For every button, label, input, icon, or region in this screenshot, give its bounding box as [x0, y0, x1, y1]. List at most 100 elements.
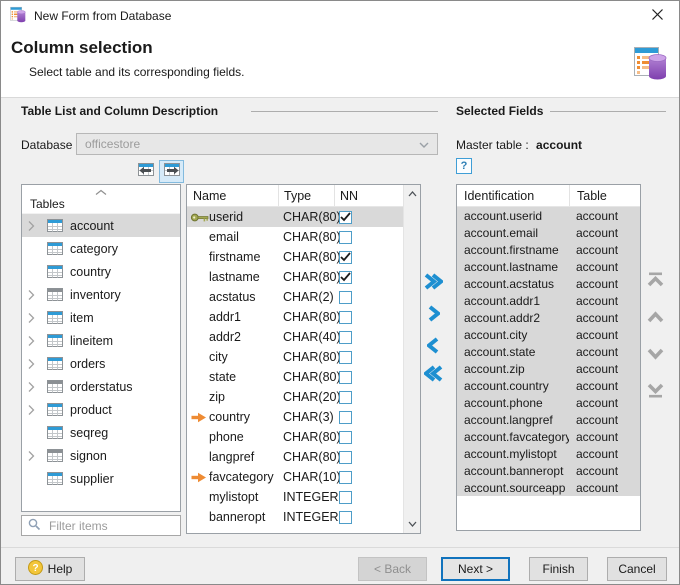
nn-checkbox[interactable] [339, 370, 352, 384]
nn-checkbox[interactable] [339, 510, 352, 524]
column-row-lastname[interactable]: lastname CHAR(80) [187, 267, 403, 287]
selected-field-row[interactable]: account.city account [457, 326, 640, 343]
expand-chevron-icon[interactable] [28, 289, 40, 301]
table-item-signon[interactable]: signon [22, 444, 180, 467]
column-type: CHAR(20) [283, 390, 341, 404]
expand-chevron-icon[interactable] [28, 404, 40, 416]
footer-separator [1, 547, 679, 548]
scroll-up-strip[interactable] [22, 185, 180, 195]
selected-field-row[interactable]: account.firstname account [457, 241, 640, 258]
selected-field-row[interactable]: account.sourceapp account [457, 479, 640, 496]
field-help-button[interactable]: ? [456, 158, 472, 174]
selected-field-row[interactable]: account.acstatus account [457, 275, 640, 292]
selected-field-row[interactable]: account.addr2 account [457, 309, 640, 326]
table-item-lineitem[interactable]: lineitem [22, 329, 180, 352]
selected-field-row[interactable]: account.phone account [457, 394, 640, 411]
table-icon [47, 288, 63, 301]
nn-checkbox[interactable] [339, 390, 352, 404]
table-item-account[interactable]: account [22, 214, 180, 237]
move-to-top-icon [647, 272, 664, 290]
filter-input[interactable] [47, 517, 180, 534]
column-row-state[interactable]: state CHAR(80) [187, 367, 403, 387]
nn-checkbox[interactable] [339, 490, 352, 504]
selected-field-row[interactable]: account.zip account [457, 360, 640, 377]
expand-chevron-icon[interactable] [28, 220, 40, 232]
table-icon [47, 380, 63, 393]
move-table-left-button[interactable] [133, 160, 158, 183]
nn-checkbox[interactable] [339, 350, 352, 364]
scrollbar-up-button[interactable] [404, 186, 420, 202]
selected-field-row[interactable]: account.country account [457, 377, 640, 394]
nn-cell [334, 330, 403, 344]
selected-field-row[interactable]: account.state account [457, 343, 640, 360]
selected-field-row[interactable]: account.banneropt account [457, 462, 640, 479]
column-row-phone[interactable]: phone CHAR(80) [187, 427, 403, 447]
column-row-addr2[interactable]: addr2 CHAR(40) [187, 327, 403, 347]
wizard-header: Column selection Select table and its co… [1, 31, 679, 98]
expand-chevron-icon[interactable] [28, 381, 40, 393]
column-row-zip[interactable]: zip CHAR(20) [187, 387, 403, 407]
column-row-acstatus[interactable]: acstatus CHAR(2) [187, 287, 403, 307]
nn-checkbox[interactable] [339, 230, 352, 244]
nn-checkbox[interactable] [339, 430, 352, 444]
foreign-key-icon [187, 412, 209, 423]
vertical-scrollbar[interactable] [403, 185, 420, 533]
remove-field-button[interactable] [422, 336, 444, 358]
column-row-city[interactable]: city CHAR(80) [187, 347, 403, 367]
nn-checkbox[interactable] [339, 210, 352, 224]
nn-checkbox[interactable] [339, 250, 352, 264]
expand-chevron-icon[interactable] [28, 450, 40, 462]
table-item-category[interactable]: category [22, 237, 180, 260]
expand-chevron-icon[interactable] [28, 312, 40, 324]
double-chevron-left-icon [422, 365, 443, 385]
nn-checkbox[interactable] [339, 470, 352, 484]
nn-checkbox[interactable] [339, 270, 352, 284]
remove-all-fields-button[interactable] [422, 364, 444, 386]
next-button[interactable]: Next > [441, 557, 510, 581]
close-button[interactable] [635, 1, 679, 31]
table-item-item[interactable]: item [22, 306, 180, 329]
selected-field-row[interactable]: account.favcategory account [457, 428, 640, 445]
column-row-mylistopt[interactable]: mylistopt INTEGER [187, 487, 403, 507]
table-item-orders[interactable]: orders [22, 352, 180, 375]
expand-chevron-icon[interactable] [28, 335, 40, 347]
nn-checkbox[interactable] [339, 290, 352, 304]
column-row-email[interactable]: email CHAR(80) [187, 227, 403, 247]
table-item-orderstatus[interactable]: orderstatus [22, 375, 180, 398]
field-table: account [576, 259, 619, 274]
nn-cell [334, 490, 403, 504]
selected-field-row[interactable]: account.lastname account [457, 258, 640, 275]
nn-cell [334, 210, 403, 224]
nn-checkbox[interactable] [339, 410, 352, 424]
selected-field-row[interactable]: account.addr1 account [457, 292, 640, 309]
table-item-supplier[interactable]: supplier [22, 467, 180, 490]
selected-field-row[interactable]: account.email account [457, 224, 640, 241]
table-item-country[interactable]: country [22, 260, 180, 283]
add-all-fields-button[interactable] [422, 272, 444, 294]
master-table-line: Master table : account [456, 138, 582, 152]
help-button[interactable]: ? Help [15, 557, 85, 581]
selected-field-row[interactable]: account.langpref account [457, 411, 640, 428]
selected-field-row[interactable]: account.mylistopt account [457, 445, 640, 462]
finish-button[interactable]: Finish [529, 557, 588, 581]
table-item-product[interactable]: product [22, 398, 180, 421]
table-item-seqreg[interactable]: seqreg [22, 421, 180, 444]
cancel-button[interactable]: Cancel [607, 557, 667, 581]
move-table-right-button[interactable] [159, 160, 184, 183]
column-row-langpref[interactable]: langpref CHAR(80) [187, 447, 403, 467]
nn-checkbox[interactable] [339, 330, 352, 344]
scrollbar-down-button[interactable] [404, 516, 420, 532]
column-row-country[interactable]: country CHAR(3) [187, 407, 403, 427]
expand-chevron-icon[interactable] [28, 358, 40, 370]
column-row-firstname[interactable]: firstname CHAR(80) [187, 247, 403, 267]
nn-checkbox[interactable] [339, 310, 352, 324]
add-field-button[interactable] [422, 304, 444, 326]
column-row-banneropt[interactable]: banneropt INTEGER [187, 507, 403, 527]
table-item-inventory[interactable]: inventory [22, 283, 180, 306]
nn-checkbox[interactable] [339, 450, 352, 464]
column-row-addr1[interactable]: addr1 CHAR(80) [187, 307, 403, 327]
column-row-favcategory[interactable]: favcategory CHAR(10) [187, 467, 403, 487]
column-row-userid[interactable]: userid CHAR(80) [187, 207, 403, 227]
field-identification: account.phone [464, 395, 543, 410]
selected-field-row[interactable]: account.userid account [457, 207, 640, 224]
